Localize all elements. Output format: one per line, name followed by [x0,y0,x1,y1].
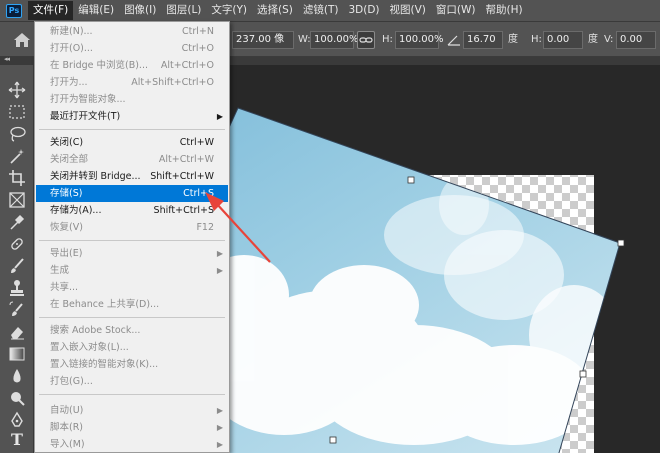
menu-type[interactable]: 文字(Y) [206,1,252,20]
gradient-tool-icon[interactable] [8,345,26,363]
link-icon[interactable] [357,31,375,49]
menu-item-import[interactable]: 导入(M) ▶ [36,436,228,453]
marquee-tool-icon[interactable] [8,103,26,121]
menu-item-browse-in-bridge[interactable]: 在 Bridge 中浏览(B)... Alt+Ctrl+O [36,57,228,74]
angle-field[interactable]: 16.70 [463,31,503,49]
skew-v-label: V: [604,34,614,45]
width-field[interactable]: 100.00% [310,31,359,49]
menu-select[interactable]: 选择(S) [252,1,298,20]
menu-item-share-on-behance[interactable]: 在 Behance 上共享(D)... [36,296,228,313]
height-label: H: [382,34,393,45]
collapse-arrows-icon[interactable]: ◂◂ [4,55,10,63]
transform-handle-top-right [617,239,625,247]
skew-h-label: H: [531,34,542,45]
menu-item-close[interactable]: 关闭(C) Ctrl+W [36,134,228,151]
menu-item-place-embedded[interactable]: 置入嵌入对象(L)... [36,339,228,356]
brush-tool-icon[interactable] [8,257,26,275]
home-icon[interactable] [13,32,31,48]
submenu-arrow-icon: ▶ [216,112,223,121]
transform-handle-bottom [329,436,337,444]
menu-help[interactable]: 帮助(H) [481,1,528,20]
submenu-arrow-icon: ▶ [216,266,223,275]
y-position-field[interactable]: 237.00 像 [232,31,294,49]
menu-item-scripts[interactable]: 脚本(R) ▶ [36,419,228,436]
menu-separator [39,394,225,395]
skew-h-field[interactable]: 0.00 [543,31,583,49]
menu-3d[interactable]: 3D(D) [343,1,384,20]
healing-brush-tool-icon[interactable] [8,235,26,253]
eraser-tool-icon[interactable] [8,323,26,341]
menu-item-search-adobe-stock[interactable]: 搜索 Adobe Stock... [36,322,228,339]
menu-layer[interactable]: 图层(L) [161,1,206,20]
skew-v-field[interactable]: 0.00 [616,31,656,49]
menu-item-automate[interactable]: 自动(U) ▶ [36,402,228,419]
menu-separator [39,317,225,318]
width-label: W: [298,34,311,45]
menu-item-open-recent[interactable]: 最近打开文件(T) ▶ [36,108,228,125]
magic-wand-tool-icon[interactable] [8,147,26,165]
submenu-arrow-icon: ▶ [216,406,223,415]
menu-file[interactable]: 文件(F) [28,1,74,20]
photoshop-logo: Ps [6,3,22,18]
menu-item-place-linked[interactable]: 置入链接的智能对象(K)... [36,356,228,373]
tools-panel: T [0,65,34,453]
menu-view[interactable]: 视图(V) [385,1,431,20]
menu-item-close-all[interactable]: 关闭全部 Alt+Ctrl+W [36,151,228,168]
menu-item-save-as[interactable]: 存储为(A)... Shift+Ctrl+S [36,202,228,219]
menu-separator [39,240,225,241]
transform-handle-top [407,176,415,184]
blur-tool-icon[interactable] [8,367,26,385]
frame-tool-icon[interactable] [8,191,26,209]
menu-item-export[interactable]: 导出(E) ▶ [36,245,228,262]
menu-window[interactable]: 窗口(W) [431,1,481,20]
menu-edit[interactable]: 编辑(E) [73,1,119,20]
clone-stamp-tool-icon[interactable] [8,279,26,297]
menu-item-open-as[interactable]: 打开为... Alt+Shift+Ctrl+O [36,74,228,91]
menu-separator [39,129,225,130]
menu-item-new[interactable]: 新建(N)... Ctrl+N [36,23,228,40]
lasso-tool-icon[interactable] [8,125,26,143]
move-tool-icon[interactable] [8,81,26,99]
menu-item-open-as-smart-object[interactable]: 打开为智能对象... [36,91,228,108]
file-menu: 新建(N)... Ctrl+N 打开(O)... Ctrl+O 在 Bridge 中… [34,21,230,453]
dodge-tool-icon[interactable] [8,389,26,407]
menu-image[interactable]: 图像(I) [119,1,161,20]
menu-item-generate[interactable]: 生成 ▶ [36,262,228,279]
eyedropper-tool-icon[interactable] [8,213,26,231]
submenu-arrow-icon: ▶ [216,423,223,432]
crop-tool-icon[interactable] [8,169,26,187]
submenu-arrow-icon: ▶ [216,249,223,258]
menu-item-share[interactable]: 共享... [36,279,228,296]
angle-unit: 度 [508,34,518,45]
menu-filter[interactable]: 滤镜(T) [298,1,344,20]
submenu-arrow-icon: ▶ [216,440,223,449]
pen-tool-icon[interactable] [8,411,26,429]
angle-icon [447,35,460,46]
history-brush-tool-icon[interactable] [8,301,26,319]
type-tool-icon[interactable]: T [8,431,26,449]
menu-bar: Ps 文件(F) 编辑(E) 图像(I) 图层(L) 文字(Y) 选择(S) 滤… [0,0,660,22]
skew-h-unit: 度 [588,34,598,45]
menu-item-open[interactable]: 打开(O)... Ctrl+O [36,40,228,57]
menu-item-save[interactable]: 存储(S) Ctrl+S [36,185,228,202]
transform-handle-right [579,370,587,378]
menu-item-revert[interactable]: 恢复(V) F12 [36,219,228,236]
menu-item-package[interactable]: 打包(G)... [36,373,228,390]
height-field[interactable]: 100.00% [395,31,444,49]
menu-item-close-and-go-to-bridge[interactable]: 关闭并转到 Bridge... Shift+Ctrl+W [36,168,228,185]
